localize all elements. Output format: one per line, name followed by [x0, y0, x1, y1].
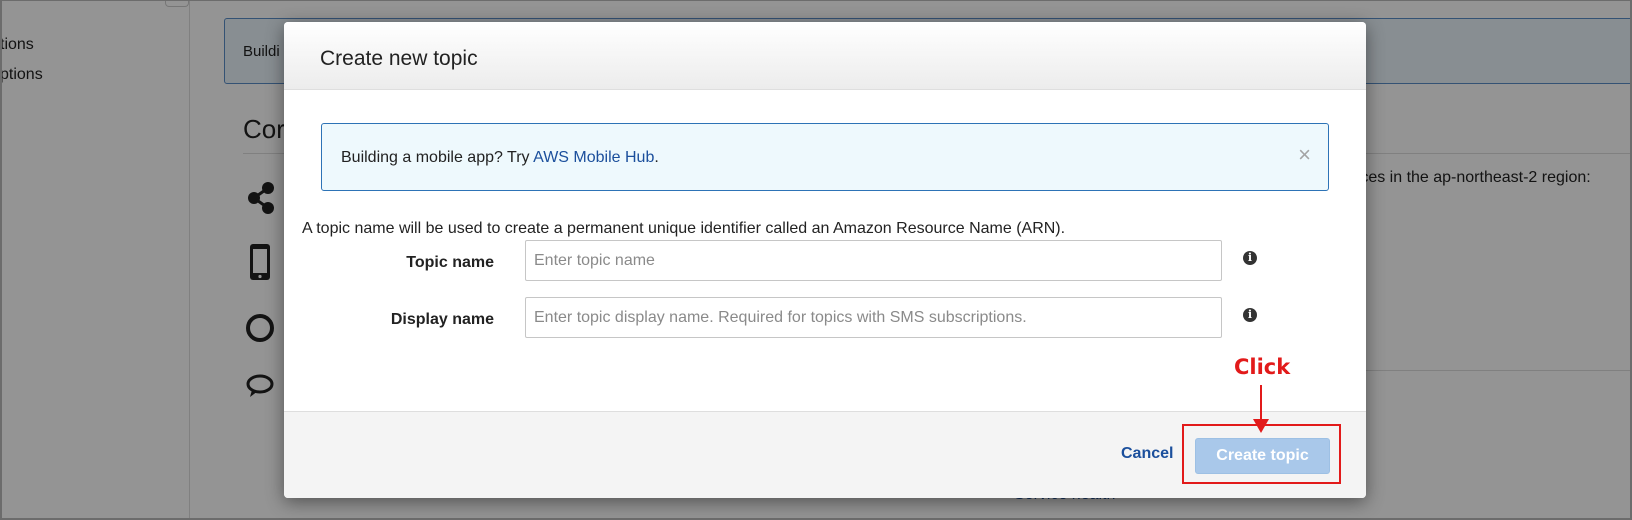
dialog-header: Create new topic — [284, 22, 1366, 90]
alert-message: Building a mobile app? Try AWS Mobile Hu… — [341, 149, 659, 167]
click-annotation-label: Click — [1234, 355, 1291, 379]
dialog-title: Create new topic — [320, 47, 478, 70]
aws-mobile-hub-link[interactable]: AWS Mobile Hub — [533, 149, 654, 166]
alert-text-suffix: . — [654, 149, 659, 166]
annotation-highlight-box — [1182, 424, 1341, 484]
mobile-hub-alert: Building a mobile app? Try AWS Mobile Hu… — [321, 123, 1329, 191]
alert-text-prefix: Building a mobile app? Try — [341, 149, 534, 166]
cancel-button[interactable]: Cancel — [1121, 445, 1173, 463]
topic-name-label: Topic name — [406, 254, 494, 271]
annotation-arrow-line — [1260, 385, 1262, 421]
close-icon[interactable]: × — [1298, 144, 1311, 166]
info-icon[interactable]: i — [1243, 251, 1257, 265]
arn-description: A topic name will be used to create a pe… — [302, 220, 1066, 237]
display-name-label: Display name — [390, 311, 494, 328]
display-name-input[interactable] — [525, 297, 1222, 338]
info-icon[interactable]: i — [1243, 308, 1257, 322]
topic-name-input[interactable] — [525, 240, 1222, 281]
